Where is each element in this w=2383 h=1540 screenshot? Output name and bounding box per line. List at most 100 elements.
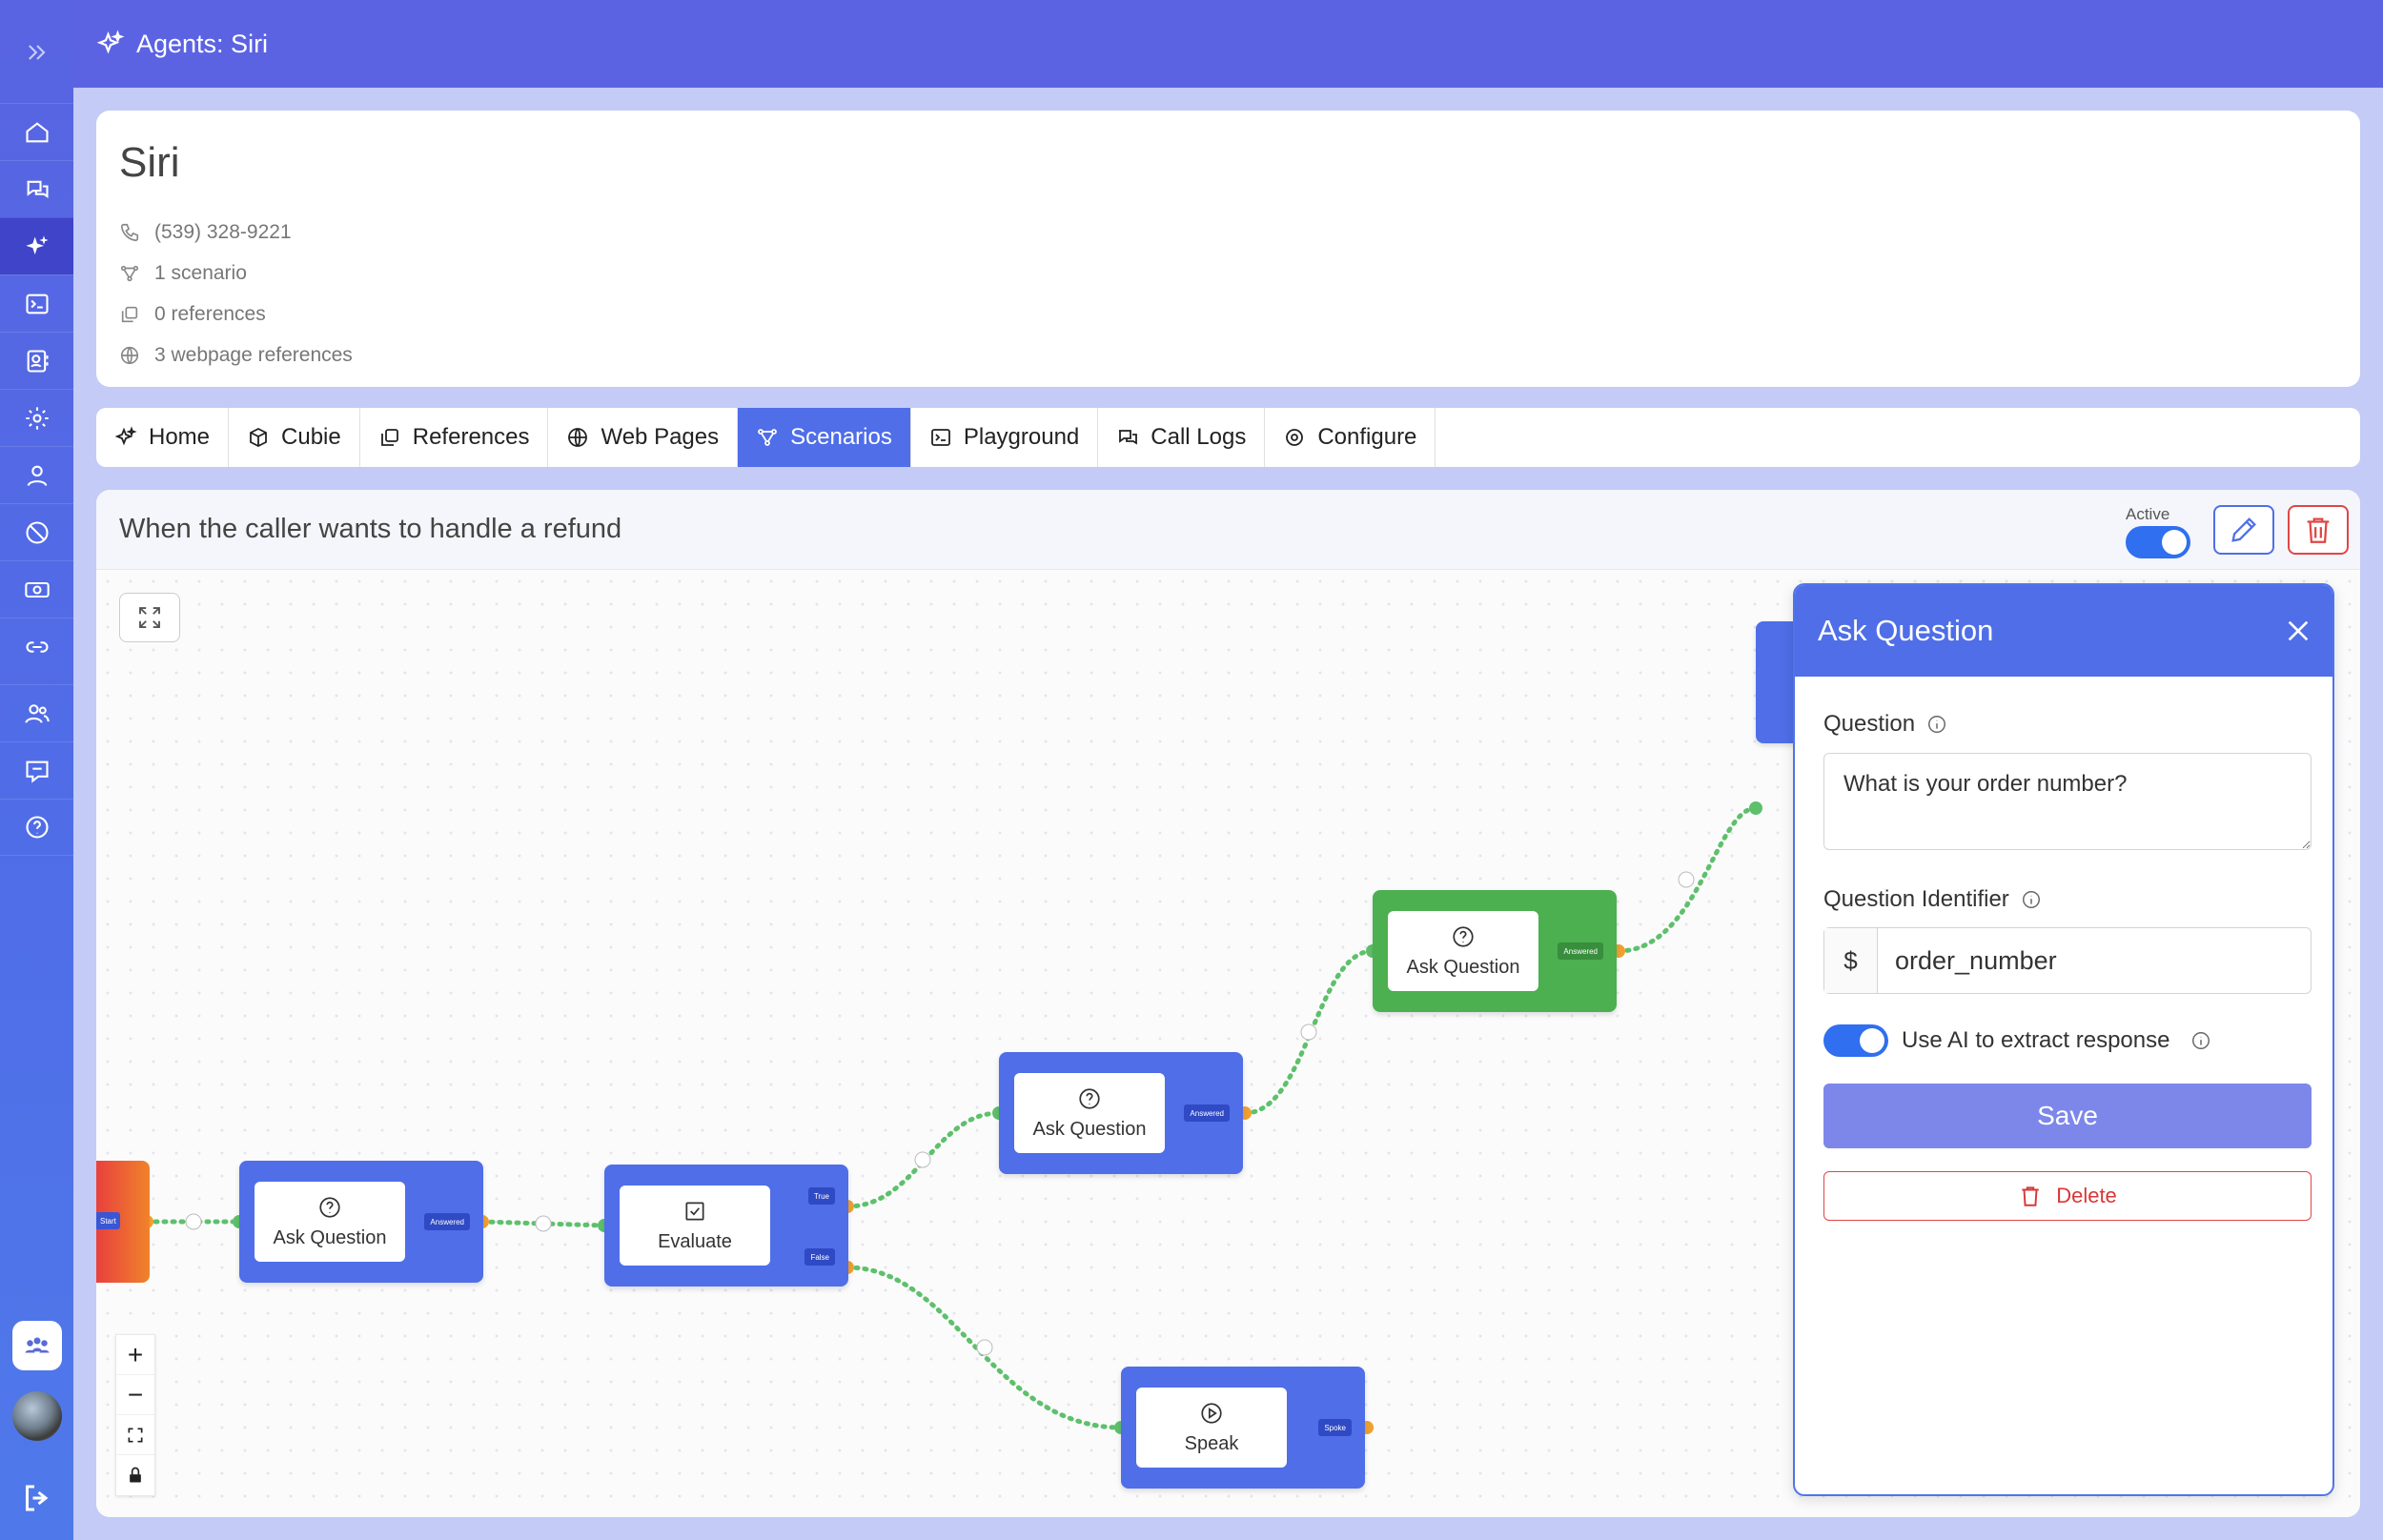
identifier-input-group: $: [1823, 927, 2312, 994]
tab-references[interactable]: References: [360, 408, 549, 467]
sidebar-item-links[interactable]: [0, 618, 73, 675]
team-icon: [25, 1337, 49, 1353]
tab-call-logs[interactable]: Call Logs: [1098, 408, 1266, 467]
sidebar-item-agents[interactable]: [0, 217, 73, 274]
sidebar-item-user[interactable]: [0, 446, 73, 503]
question-icon: [319, 1196, 340, 1218]
identifier-label: Question Identifier: [1823, 886, 2009, 912]
chat-icon: [1119, 430, 1138, 445]
tab-home[interactable]: Home: [96, 408, 230, 467]
zoom-in-button[interactable]: +: [116, 1335, 154, 1375]
delete-scenario-button[interactable]: [2288, 505, 2349, 555]
terminal-icon: [25, 294, 49, 314]
agent-tabs: Home Cubie References Web Pages Scenario…: [96, 408, 2360, 467]
active-label: Active: [2126, 505, 2170, 523]
home-icon: [25, 121, 49, 142]
ai-extract-toggle[interactable]: [1823, 1024, 1888, 1057]
sidebar-item-feedback[interactable]: [0, 741, 73, 799]
node-port-label: Answered: [1184, 1104, 1230, 1122]
sidebar-item-billing[interactable]: [0, 560, 73, 618]
flow-node-ask-question[interactable]: Ask Question Answered: [239, 1161, 483, 1283]
flow-node-evaluate[interactable]: Evaluate True False: [604, 1165, 848, 1287]
node-port-label: Answered: [1558, 942, 1603, 960]
agent-reference-count: 0 references: [119, 294, 2337, 334]
sparkle-icon: [114, 426, 137, 446]
page-title: Agents: Siri: [136, 29, 269, 58]
fullscreen-icon: [128, 1428, 143, 1442]
copy-icon: [380, 429, 398, 446]
flow-node-ask-question-selected[interactable]: Ask Question Answered: [1373, 890, 1617, 1012]
cube-icon: [250, 427, 267, 448]
delete-node-button[interactable]: Delete: [1823, 1171, 2312, 1221]
lock-button[interactable]: [116, 1455, 154, 1495]
scenario-panel: When the caller wants to handle a refund…: [96, 490, 2360, 1517]
gear-icon: [1286, 429, 1304, 446]
node-body: Ask Question: [255, 1182, 405, 1262]
flow-node-start[interactable]: Start: [96, 1161, 150, 1283]
ai-extract-label: Use AI to extract response: [1902, 1027, 2170, 1053]
tab-web-pages[interactable]: Web Pages: [548, 408, 739, 467]
globe-icon: [120, 346, 139, 364]
node-label: Evaluate: [658, 1230, 732, 1252]
tab-label: Scenarios: [790, 424, 892, 450]
node-body: Evaluate: [620, 1185, 770, 1266]
save-button[interactable]: Save: [1823, 1084, 2312, 1148]
user-icon: [27, 465, 47, 486]
tab-scenarios[interactable]: Scenarios: [738, 408, 911, 467]
tab-configure[interactable]: Configure: [1265, 408, 1436, 467]
logout-button[interactable]: [0, 1473, 73, 1523]
flow-icon: [120, 265, 139, 281]
sidebar-item-blocked[interactable]: [0, 503, 73, 560]
sidebar-item-settings[interactable]: [0, 389, 73, 446]
node-label: Speak: [1184, 1432, 1239, 1454]
identifier-input[interactable]: [1878, 928, 2311, 993]
node-body: Ask Question: [1388, 911, 1538, 991]
sidebar-item-home[interactable]: [0, 103, 73, 160]
flow-node-ask-question[interactable]: Ask Question Answered: [999, 1052, 1243, 1174]
checkbox-icon: [685, 1201, 704, 1221]
info-icon[interactable]: [1926, 714, 1947, 735]
info-icon[interactable]: [2190, 1030, 2211, 1051]
sidebar-expand-button[interactable]: [0, 0, 73, 105]
sidebar-item-team[interactable]: [0, 684, 73, 741]
sparkle-icon: [96, 30, 125, 54]
node-port-label: Spoke: [1318, 1419, 1352, 1436]
edit-scenario-button[interactable]: [2213, 505, 2274, 555]
zoom-out-button[interactable]: −: [116, 1375, 154, 1415]
fit-view-button[interactable]: [119, 593, 180, 642]
scenario-active-toggle[interactable]: [2126, 526, 2190, 558]
sidebar-item-contacts[interactable]: [0, 332, 73, 389]
node-port-label-true: True: [807, 1187, 835, 1205]
chevrons-right-icon: [28, 45, 45, 60]
sidebar-item-terminal[interactable]: [0, 274, 73, 332]
sidebar-item-help[interactable]: [0, 799, 73, 856]
close-icon[interactable]: [2283, 616, 2313, 646]
user-avatar[interactable]: [0, 1391, 73, 1441]
agent-reference-count-text: 0 references: [154, 302, 266, 325]
flow-icon: [758, 429, 778, 446]
flow-node-speak[interactable]: Speak Spoke: [1121, 1367, 1365, 1489]
info-icon[interactable]: [2021, 889, 2042, 910]
trash-icon: [2022, 1186, 2039, 1206]
gear-icon: [25, 406, 49, 430]
pencil-icon: [2231, 517, 2256, 542]
tab-label: Cubie: [281, 424, 341, 450]
tab-label: Call Logs: [1151, 424, 1247, 450]
edge-delete-handle: [914, 1151, 931, 1168]
fit-screen-button[interactable]: [116, 1415, 154, 1455]
workspace-logo: [11, 1321, 62, 1370]
scenario-title: When the caller wants to handle a refund: [119, 514, 622, 544]
workspace-button[interactable]: [0, 1321, 73, 1370]
edge-delete-handle: [976, 1339, 993, 1356]
question-icon: [1079, 1087, 1100, 1109]
tab-cubie[interactable]: Cubie: [229, 408, 360, 467]
help-circle-icon: [25, 816, 49, 839]
tab-label: Configure: [1317, 424, 1417, 450]
flow-canvas[interactable]: Start Ask Question Answered Evaluate Tru…: [96, 570, 2360, 1517]
tab-playground[interactable]: Playground: [911, 408, 1099, 467]
sidebar-item-conversations[interactable]: [0, 160, 73, 217]
agent-scenario-count: 1 scenario: [119, 253, 2337, 294]
identifier-label-row: Question Identifier: [1823, 886, 2042, 913]
question-textarea[interactable]: What is your order number?: [1823, 753, 2312, 850]
tab-label: References: [412, 424, 530, 450]
